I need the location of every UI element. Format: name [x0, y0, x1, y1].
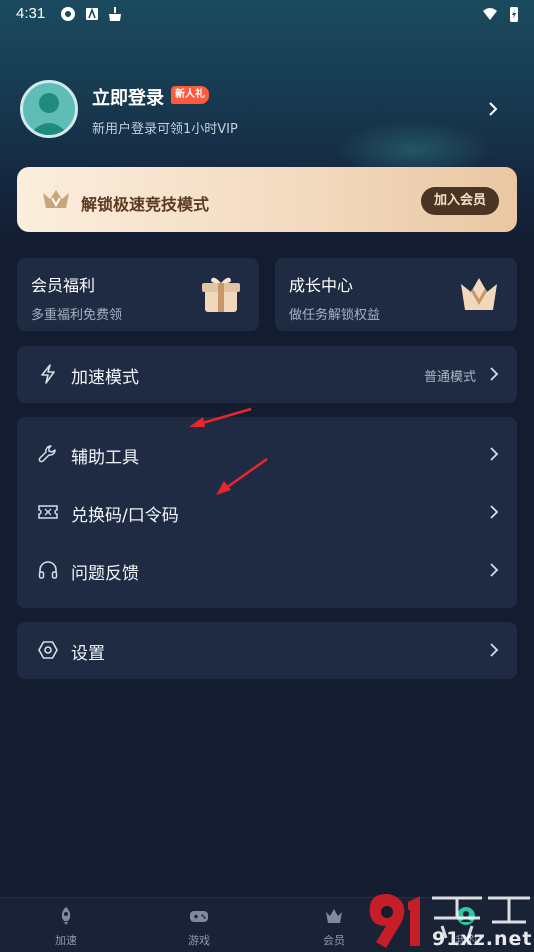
- status-time: 4:31: [16, 5, 46, 22]
- login-subtitle: 新用户登录可领1小时VIP: [92, 122, 238, 137]
- wrench-icon: [38, 445, 56, 463]
- card-title: 会员福利: [31, 276, 96, 295]
- annotation-arrow-icon: [216, 457, 268, 495]
- crown-icon: [461, 278, 497, 310]
- card-title: 成长中心: [289, 276, 354, 295]
- vip-banner-text: 解锁极速竞技模式: [81, 195, 210, 214]
- watermark: 91xz.net: [362, 888, 534, 952]
- gift-icon: [202, 277, 240, 312]
- settings-row[interactable]: 设置: [17, 622, 517, 679]
- row-label: 设置: [71, 644, 105, 664]
- growth-center-card[interactable]: 成长中心 做任务解锁权益: [275, 258, 517, 331]
- row-label: 辅助工具: [71, 448, 139, 468]
- profile-chevron-right-icon[interactable]: [486, 100, 500, 118]
- crown-icon: [326, 909, 342, 923]
- ticket-icon: [38, 505, 58, 519]
- chevron-right-icon: [490, 447, 499, 461]
- broom-icon: [109, 7, 121, 21]
- row-label: 兑换码/口令码: [71, 506, 179, 526]
- chevron-right-icon: [490, 505, 499, 519]
- aperture-icon: [61, 7, 75, 21]
- join-member-button[interactable]: 加入会员: [421, 187, 499, 215]
- card-subtitle: 做任务解锁权益: [289, 308, 381, 323]
- avatar[interactable]: [20, 80, 78, 138]
- accel-mode-value: 普通模式: [424, 370, 477, 385]
- tools-menu-group: 辅助工具 兑换码/口令码 问题反馈: [17, 417, 517, 608]
- nav-tab-accelerate[interactable]: 加速: [26, 898, 106, 952]
- crown-icon: [43, 190, 69, 208]
- status-bar: 4:31: [0, 0, 534, 28]
- chevron-right-icon: [490, 367, 499, 381]
- menu-item-feedback[interactable]: 问题反馈: [17, 547, 517, 605]
- vip-banner[interactable]: 解锁极速竞技模式 加入会员: [17, 167, 517, 232]
- lightning-icon: [41, 364, 55, 384]
- new-user-badge: 新人礼: [171, 86, 209, 104]
- login-title[interactable]: 立即登录: [92, 84, 164, 110]
- rocket-icon: [61, 907, 71, 925]
- chevron-right-icon: [490, 563, 499, 577]
- member-benefits-card[interactable]: 会员福利 多重福利免费领: [17, 258, 259, 331]
- row-label: 问题反馈: [71, 564, 139, 584]
- nav-label: 加速: [55, 934, 77, 947]
- card-subtitle: 多重福利免费领: [31, 308, 123, 323]
- avatar-person-icon: [29, 93, 69, 135]
- gamepad-icon: [190, 911, 208, 922]
- nav-tab-games[interactable]: 游戏: [159, 898, 239, 952]
- row-label: 加速模式: [71, 368, 139, 388]
- accel-mode-row[interactable]: 加速模式 普通模式: [17, 346, 517, 403]
- nav-label: 游戏: [188, 934, 210, 947]
- watermark-text: 91xz.net: [432, 928, 533, 950]
- app-notification-icon: [86, 7, 98, 20]
- battery-icon: [510, 7, 518, 22]
- wifi-icon: [483, 8, 497, 20]
- chevron-right-icon: [490, 643, 499, 657]
- annotation-arrow-icon: [189, 407, 252, 427]
- headphones-icon: [38, 561, 58, 579]
- settings-icon: [38, 641, 58, 659]
